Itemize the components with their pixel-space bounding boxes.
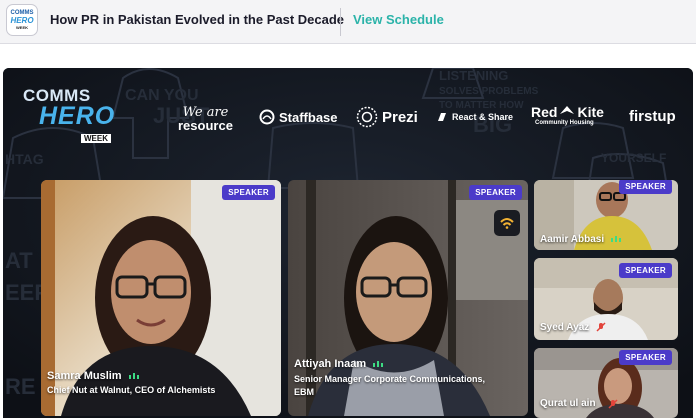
participant-tile[interactable]: SPEAKER Samra Muslim Chief Nut at Walnut… xyxy=(41,180,281,416)
sponsor-prezi: Prezi xyxy=(356,106,418,128)
red-kite-label-1: Red xyxy=(531,104,558,120)
participant-name: Syed Ayaz xyxy=(540,322,606,333)
participant-name: Attiyah Inaam xyxy=(294,358,385,370)
audio-level-icon xyxy=(373,361,384,368)
event-brand-line3: WEEK xyxy=(81,134,111,143)
app-logo-line2: HERO xyxy=(10,16,34,25)
svg-text:HTAG: HTAG xyxy=(5,151,44,167)
participant-title-line2: EBM xyxy=(294,387,314,397)
react-share-icon xyxy=(438,113,446,121)
svg-text:SOLVES PROBLEMS: SOLVES PROBLEMS xyxy=(439,86,539,97)
sponsor-resource-text: resource xyxy=(178,118,233,133)
participant-name-text: Syed Ayaz xyxy=(540,322,590,333)
participant-title-line1: Senior Manager Corporate Communications, xyxy=(294,374,486,384)
prezi-icon xyxy=(356,106,378,128)
session-title: How PR in Pakistan Evolved in the Past D… xyxy=(50,12,345,27)
participant-name-text: Attiyah Inaam xyxy=(294,358,367,370)
participant-name: Samra Muslim xyxy=(47,370,141,382)
top-bar: COMMS HERO WEEK How PR in Pakistan Evolv… xyxy=(0,0,696,44)
svg-text:CAN YOU: CAN YOU xyxy=(125,87,199,104)
event-brand-line2: HERO xyxy=(39,102,116,130)
video-stage: CAN YOU JUST LISTENING SOLVES PROBLEMS T… xyxy=(3,68,693,418)
participant-title: Chief Nut at Walnut, CEO of Alchemists xyxy=(47,385,216,395)
participant-name: Qurat ul ain xyxy=(540,398,596,409)
audio-level-icon xyxy=(128,373,139,380)
svg-text:YOURSELF: YOURSELF xyxy=(601,151,666,165)
red-kite-subtitle: Community Housing xyxy=(535,120,594,126)
participant-tile[interactable]: SPEAKER Aamir Abbasi xyxy=(534,180,678,250)
comms-hero-week-logo: COMMS HERO WEEK xyxy=(21,86,121,146)
svg-text:AT: AT xyxy=(5,248,33,273)
kite-bird-icon xyxy=(560,106,575,114)
sponsor-firstup: firstup xyxy=(629,108,676,125)
participant-name: Aamir Abbasi xyxy=(540,234,623,245)
svg-text:LISTENING: LISTENING xyxy=(439,68,508,83)
staffbase-label: Staffbase xyxy=(279,109,338,125)
app-logo-line3: WEEK xyxy=(16,25,28,30)
react-share-label: React & Share xyxy=(452,112,514,122)
wifi-signal-icon xyxy=(500,218,514,229)
audio-level-icon xyxy=(610,236,621,243)
speaker-badge: SPEAKER xyxy=(619,350,672,365)
app-logo[interactable]: COMMS HERO WEEK xyxy=(6,4,38,36)
staffbase-icon xyxy=(259,109,275,125)
participant-name-text: Samra Muslim xyxy=(47,370,122,382)
participant-tile[interactable]: SPEAKER Syed Ayaz xyxy=(534,258,678,340)
sponsor-red-kite: Red Kite Community Housing xyxy=(531,104,604,126)
svg-text:TO MATTER HOW: TO MATTER HOW xyxy=(439,100,524,111)
firstup-label: firstup xyxy=(629,108,676,125)
participant-name-text: Qurat ul ain xyxy=(540,398,596,409)
header-divider xyxy=(340,8,341,36)
prezi-label: Prezi xyxy=(382,108,418,126)
sponsor-react-share: React & Share xyxy=(436,111,513,123)
participant-name-text: Aamir Abbasi xyxy=(540,234,605,245)
view-schedule-link[interactable]: View Schedule xyxy=(353,12,444,27)
speaker-badge: SPEAKER xyxy=(619,263,672,278)
mic-muted-icon xyxy=(608,399,618,409)
speaker-badge: SPEAKER xyxy=(469,185,522,200)
speaker-badge: SPEAKER xyxy=(222,185,275,200)
red-kite-label-2: Kite xyxy=(577,104,604,120)
connection-indicator-button[interactable] xyxy=(494,210,520,236)
speaker-badge: SPEAKER xyxy=(619,180,672,194)
participant-tile[interactable]: SPEAKER Attiyah Inaam Senior Manager Cor… xyxy=(288,180,528,416)
participant-tile[interactable]: SPEAKER Qurat ul ain xyxy=(534,348,678,418)
sponsor-staffbase: Staffbase xyxy=(259,109,338,125)
sponsor-we-are-resource: We are resource xyxy=(178,106,233,133)
mic-muted-icon xyxy=(596,322,606,332)
svg-text:RE: RE xyxy=(5,374,36,399)
